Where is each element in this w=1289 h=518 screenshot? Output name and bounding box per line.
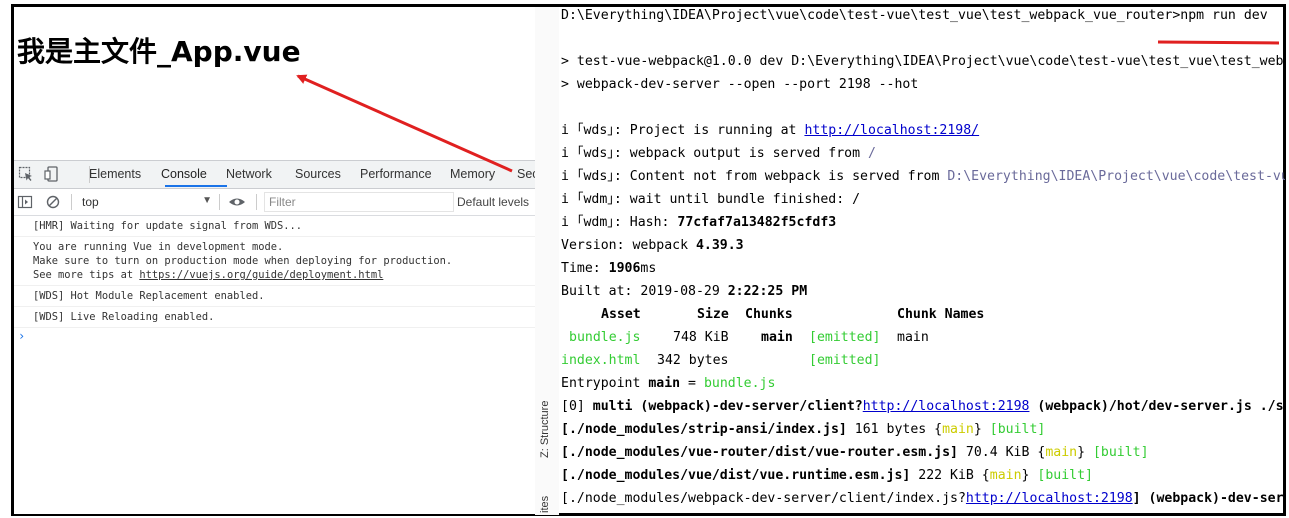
terminal-module-line: [./node_modules/vue-router/dist/vue-rout… — [561, 445, 1149, 460]
structure-tool-tab[interactable]: Z: Structure — [539, 401, 551, 458]
toolbar-separator — [219, 194, 220, 210]
terminal-output: D:\Everything\IDEA\Project\vue\code\test… — [561, 7, 1285, 515]
active-tab-indicator — [165, 185, 227, 187]
terminal-line: i ｢wdm｣: Hash: 77cfaf7a13482f5cfdf3 — [561, 215, 837, 230]
terminal-module-line: [./node_modules/vue/dist/vue.runtime.esm… — [561, 468, 1093, 483]
tab-elements[interactable]: Elements — [89, 167, 141, 181]
sidebar-toggle-icon[interactable] — [17, 194, 33, 210]
clear-console-icon[interactable] — [45, 194, 61, 210]
tab-sources[interactable]: Sources — [295, 167, 341, 181]
terminal-line: Built at: 2019-08-29 2:22:25 PM — [561, 284, 808, 299]
page-heading: 我是主文件_App.vue — [17, 35, 301, 68]
tab-memory[interactable]: Memory — [450, 167, 495, 181]
asset-status: [emitted] — [809, 330, 881, 345]
asset-chunk-names: main — [897, 330, 929, 345]
asset-status: [emitted] — [809, 353, 881, 368]
terminal-command-line: D:\Everything\IDEA\Project\vue\code\test… — [561, 8, 1268, 23]
terminal-line: > test-vue-webpack@1.0.0 dev D:\Everythi… — [561, 54, 1285, 69]
terminal-line: Version: webpack 4.39.3 — [561, 238, 744, 253]
localhost-link[interactable]: http://localhost:2198 — [966, 491, 1133, 506]
terminal-module-line: [./node_modules/webpack-dev-server/clien… — [561, 491, 1285, 506]
log-levels-selector[interactable]: Default levels — [457, 195, 529, 209]
devtools-tab-bar: Elements Console Network Sources Perform… — [14, 161, 535, 189]
terminal-line: i ｢wds｣: Content not from webpack is ser… — [561, 169, 1285, 184]
devtools-panel: Elements Console Network Sources Perform… — [14, 160, 535, 514]
terminal-line: Entrypoint main = bundle.js — [561, 376, 776, 391]
asset-header-chunk-names: Chunk Names — [897, 307, 985, 322]
asset-header-size: Size — [697, 307, 729, 322]
toolbar-separator — [71, 194, 72, 210]
console-filter-input[interactable] — [264, 192, 454, 212]
console-toolbar: top ▼ Default levels — [14, 189, 535, 216]
build-hash: 77cfaf7a13482f5cfdf3 — [677, 215, 837, 230]
localhost-link[interactable]: http://localhost:2198/ — [804, 123, 979, 138]
asset-header-chunks: Chunks — [745, 307, 793, 322]
toolbar-separator — [256, 194, 257, 210]
console-message-list: [HMR] Waiting for update signal from WDS… — [14, 216, 535, 344]
terminal-line: Time: 1906ms — [561, 261, 657, 276]
terminal-line: > webpack-dev-server --open --port 2198 … — [561, 77, 919, 92]
tab-console[interactable]: Console — [161, 167, 207, 181]
inspect-element-icon[interactable] — [18, 166, 34, 182]
tab-network[interactable]: Network — [226, 167, 272, 181]
context-selector[interactable]: top ▼ — [80, 195, 212, 210]
asset-chunks: main — [761, 330, 793, 345]
tab-performance[interactable]: Performance — [360, 167, 432, 181]
context-value: top — [82, 195, 99, 209]
dropdown-arrow-icon: ▼ — [202, 195, 212, 206]
localhost-link[interactable]: http://localhost:2198 — [863, 399, 1030, 414]
terminal-line: i ｢wds｣: webpack output is served from / — [561, 146, 876, 161]
npm-command: npm run dev — [1180, 8, 1268, 23]
terminal-line: i ｢wdm｣: wait until bundle finished: / — [561, 192, 861, 207]
terminal-line: i ｢wds｣: Project is running at http://lo… — [561, 123, 980, 138]
asset-size: 342 bytes — [657, 353, 729, 368]
terminal-line: [0] multi (webpack)-dev-server/client?ht… — [561, 399, 1285, 414]
device-toolbar-icon[interactable] — [44, 166, 60, 182]
console-input-prompt[interactable]: › — [14, 328, 535, 344]
console-message: [WDS] Live Reloading enabled. — [14, 307, 535, 328]
ide-tool-strip: Z: Structure ites — [536, 380, 558, 516]
asset-name: index.html — [561, 353, 641, 368]
asset-size: 748 KiB — [673, 330, 729, 345]
tab-security[interactable]: Sec — [517, 167, 535, 181]
vue-deployment-link[interactable]: https://vuejs.org/guide/deployment.html — [139, 269, 383, 281]
eye-icon[interactable] — [228, 194, 245, 210]
terminal-module-line: [./node_modules/strip-ansi/index.js] 161… — [561, 422, 1046, 437]
console-message: [HMR] Waiting for update signal from WDS… — [14, 216, 535, 237]
console-message: You are running Vue in development mode.… — [14, 237, 535, 286]
console-message: [WDS] Hot Module Replacement enabled. — [14, 286, 535, 307]
asset-name: bundle.js — [569, 330, 641, 345]
favorites-tool-tab[interactable]: ites — [539, 496, 551, 513]
asset-header-asset: Asset — [601, 307, 641, 322]
